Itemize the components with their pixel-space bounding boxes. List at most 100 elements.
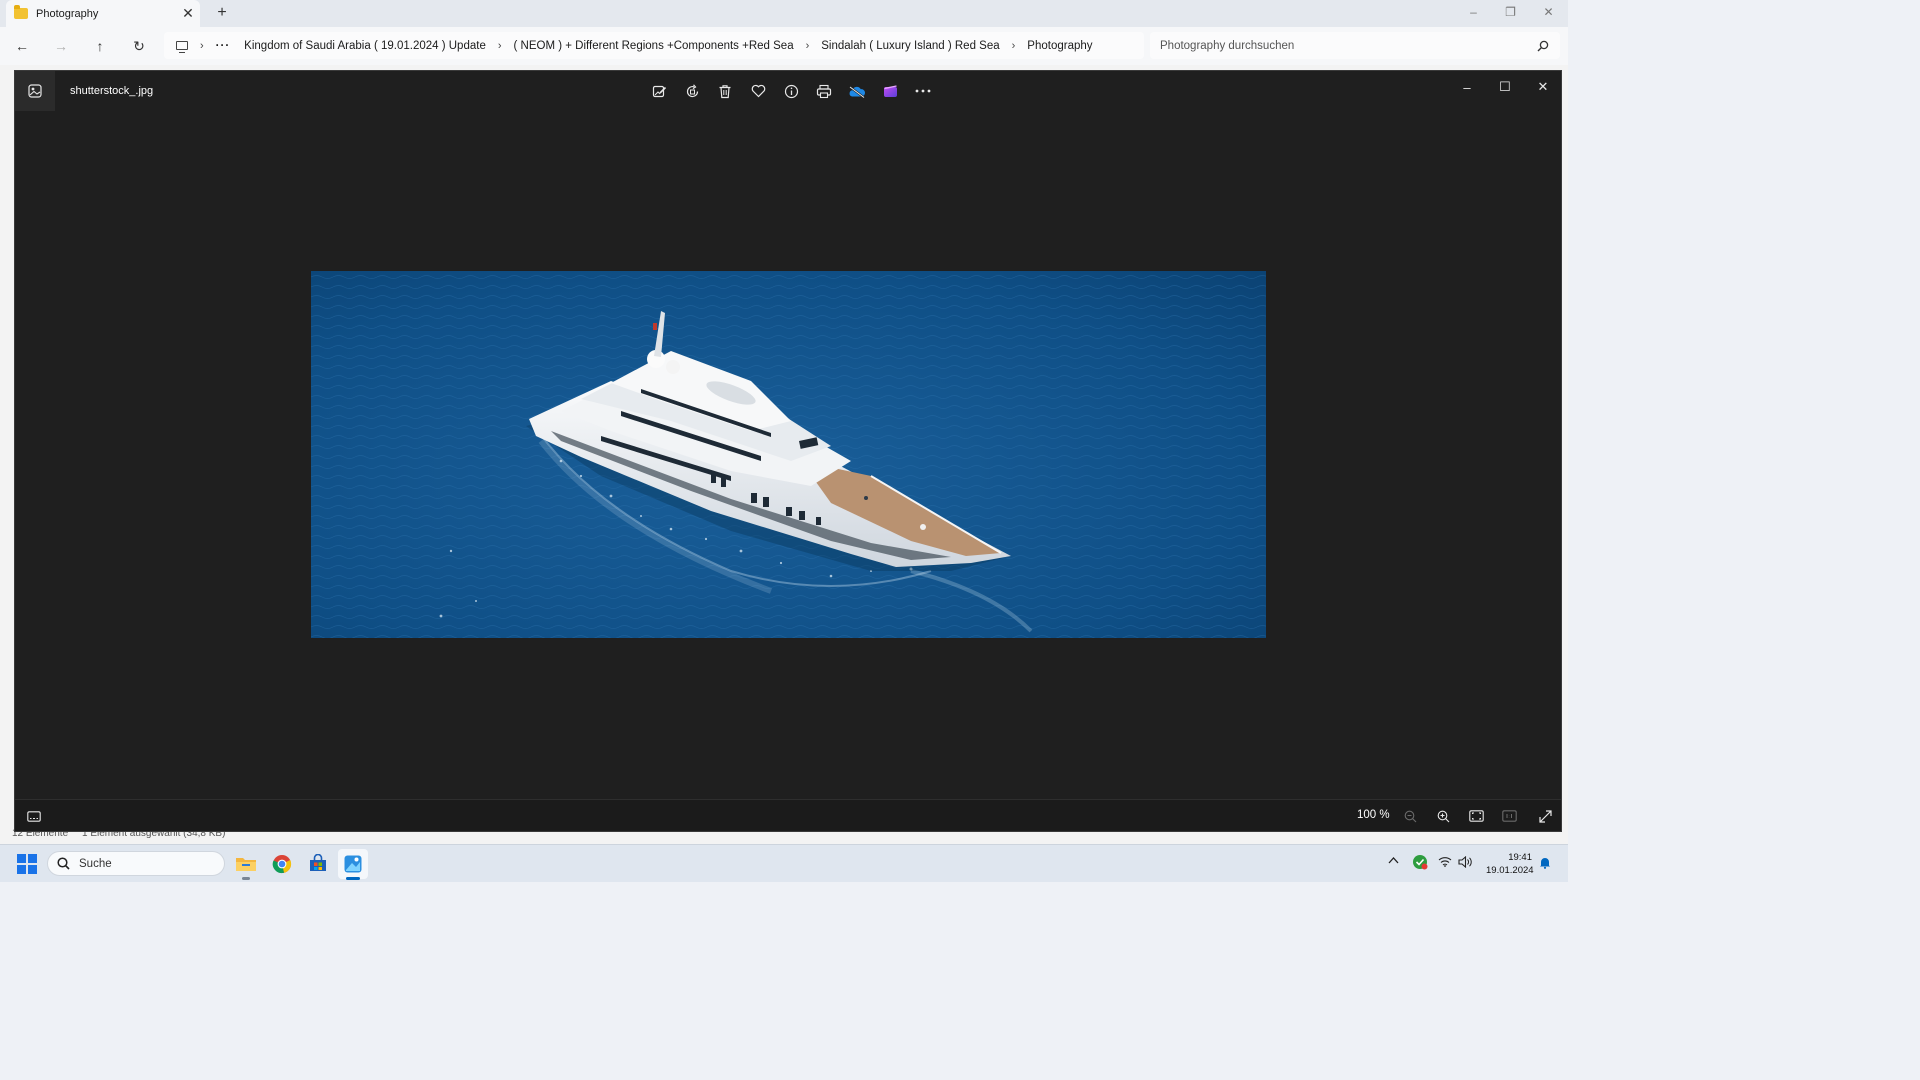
zoom-in-button[interactable]: [1432, 805, 1454, 827]
refresh-button[interactable]: ↻: [128, 35, 150, 57]
taskbar-chrome[interactable]: [267, 849, 297, 879]
full-screen-button[interactable]: [1534, 805, 1556, 827]
breadcrumb-overflow-button[interactable]: ···: [216, 40, 233, 52]
onedrive-cloud-icon: [849, 85, 866, 98]
back-button[interactable]: ←: [11, 35, 33, 57]
photos-viewer-window: shutterstock_.jpg – ☐ ✕ 100 %: [14, 70, 1562, 832]
viewer-maximize-button[interactable]: ☐: [1487, 75, 1523, 99]
new-tab-button[interactable]: +: [212, 3, 232, 23]
clock-time: 19:41: [1508, 852, 1532, 863]
taskbar-file-explorer[interactable]: [231, 849, 261, 880]
search-icon[interactable]: [1537, 40, 1549, 52]
windows-logo-icon: [17, 865, 26, 874]
wifi-button[interactable]: [1438, 856, 1452, 870]
folder-icon: [14, 5, 28, 19]
breadcrumb-separator[interactable]: ›: [794, 40, 822, 52]
zoom-out-button[interactable]: [1399, 805, 1421, 827]
clipchamp-icon: [883, 84, 897, 97]
viewer-title-bar: shutterstock_.jpg – ☐ ✕: [15, 71, 1561, 111]
printer-icon: [816, 84, 832, 98]
show-hidden-icons-button[interactable]: [1388, 855, 1399, 867]
filmstrip-button[interactable]: [23, 806, 45, 826]
breadcrumb[interactable]: › ··· Kingdom of Saudi Arabia ( 19.01.20…: [164, 32, 1144, 59]
taskbar-clock[interactable]: 19:41 19.01.2024: [1486, 851, 1534, 877]
viewer-toolbar: [648, 79, 934, 103]
forward-button[interactable]: →: [50, 35, 72, 57]
actual-size-button[interactable]: [1498, 805, 1520, 827]
breadcrumb-item-neom[interactable]: ( NEOM ) + Different Regions +Components…: [514, 40, 794, 52]
windows-logo-icon: [17, 854, 26, 863]
breadcrumb-separator[interactable]: ›: [1000, 40, 1028, 52]
taskbar-microsoft-store[interactable]: [303, 849, 333, 879]
address-bar: ← → ↑ ↻ › ··· Kingdom of Saudi Arabia ( …: [0, 27, 1568, 65]
active-indicator: [346, 877, 360, 880]
taskbar: Suche 19:41 19.01.2024: [0, 844, 1568, 882]
file-name: shutterstock_.jpg: [70, 85, 154, 97]
bell-icon: [1540, 858, 1550, 869]
trash-icon: [719, 84, 731, 98]
file-info-button[interactable]: [780, 79, 802, 103]
taskbar-photos[interactable]: [338, 849, 368, 880]
wifi-icon: [1438, 857, 1452, 867]
viewer-minimize-button[interactable]: –: [1449, 75, 1485, 99]
info-icon: [784, 84, 798, 98]
zoom-in-icon: [1437, 810, 1449, 822]
explorer-close-button[interactable]: ✕: [1530, 0, 1567, 27]
fit-to-window-button[interactable]: [1465, 805, 1487, 827]
heart-icon: [751, 84, 765, 98]
breadcrumb-separator[interactable]: ›: [486, 40, 514, 52]
clipchamp-button[interactable]: [879, 79, 901, 103]
taskbar-search-label: Suche: [79, 857, 112, 870]
edit-image-icon: [652, 85, 666, 97]
security-tray-icon[interactable]: [1412, 854, 1428, 873]
fit-window-icon: [1468, 810, 1484, 822]
breadcrumb-item-photography[interactable]: Photography: [1027, 40, 1092, 52]
filmstrip-icon: [27, 810, 41, 822]
windows-logo-icon: [28, 854, 37, 863]
taskbar-search-box[interactable]: Suche: [47, 851, 225, 876]
rotate-icon: [686, 83, 698, 97]
up-button[interactable]: ↑: [89, 35, 111, 57]
delete-button[interactable]: [714, 79, 736, 103]
more-options-icon: [915, 89, 931, 93]
yacht-photo-image: [311, 271, 1266, 638]
zoom-level[interactable]: 100 %: [1357, 809, 1390, 821]
this-pc-icon[interactable]: [176, 41, 188, 53]
notifications-button[interactable]: [1539, 856, 1551, 872]
folder-search-input[interactable]: [1150, 32, 1560, 59]
file-explorer-icon: [236, 858, 256, 871]
breadcrumb-separator[interactable]: ›: [188, 40, 216, 52]
photo-yacht-aerial[interactable]: [311, 271, 1266, 638]
explorer-tab-strip: Photography ✕ + – ❐ ✕: [0, 0, 1568, 27]
photos-app-icon[interactable]: [15, 71, 55, 111]
volume-button[interactable]: [1458, 855, 1472, 871]
windows-logo-icon: [28, 865, 37, 874]
chrome-icon: [272, 855, 292, 874]
print-button[interactable]: [813, 79, 835, 103]
favorite-button[interactable]: [747, 79, 769, 103]
see-more-button[interactable]: [912, 79, 934, 103]
microsoft-store-icon: [310, 854, 326, 871]
breadcrumb-item-saudi-arabia[interactable]: Kingdom of Saudi Arabia ( 19.01.2024 ) U…: [244, 40, 486, 52]
viewer-close-button[interactable]: ✕: [1525, 75, 1561, 99]
tab-close-button[interactable]: ✕: [176, 5, 200, 22]
explorer-minimize-button[interactable]: –: [1455, 0, 1492, 27]
clock-date: 19.01.2024: [1486, 865, 1534, 876]
explorer-maximize-button[interactable]: ❐: [1492, 0, 1529, 27]
viewer-bottom-bar: 100 %: [15, 799, 1561, 831]
expand-icon: [1538, 809, 1552, 823]
running-indicator: [242, 877, 250, 880]
onedrive-button[interactable]: [846, 79, 868, 103]
actual-size-icon: [1501, 810, 1517, 822]
breadcrumb-item-sindalah[interactable]: Sindalah ( Luxury Island ) Red Sea: [821, 40, 999, 52]
edit-image-button[interactable]: [648, 79, 670, 103]
shield-check-icon: [1413, 855, 1428, 870]
volume-icon: [1458, 855, 1472, 869]
rotate-button[interactable]: [681, 79, 703, 103]
start-button[interactable]: [17, 854, 37, 874]
tab-photography[interactable]: Photography ✕: [6, 0, 200, 27]
zoom-out-icon: [1404, 810, 1416, 822]
tab-title: Photography: [36, 7, 99, 20]
chevron-up-icon: [1388, 857, 1399, 864]
photos-icon: [344, 855, 362, 873]
